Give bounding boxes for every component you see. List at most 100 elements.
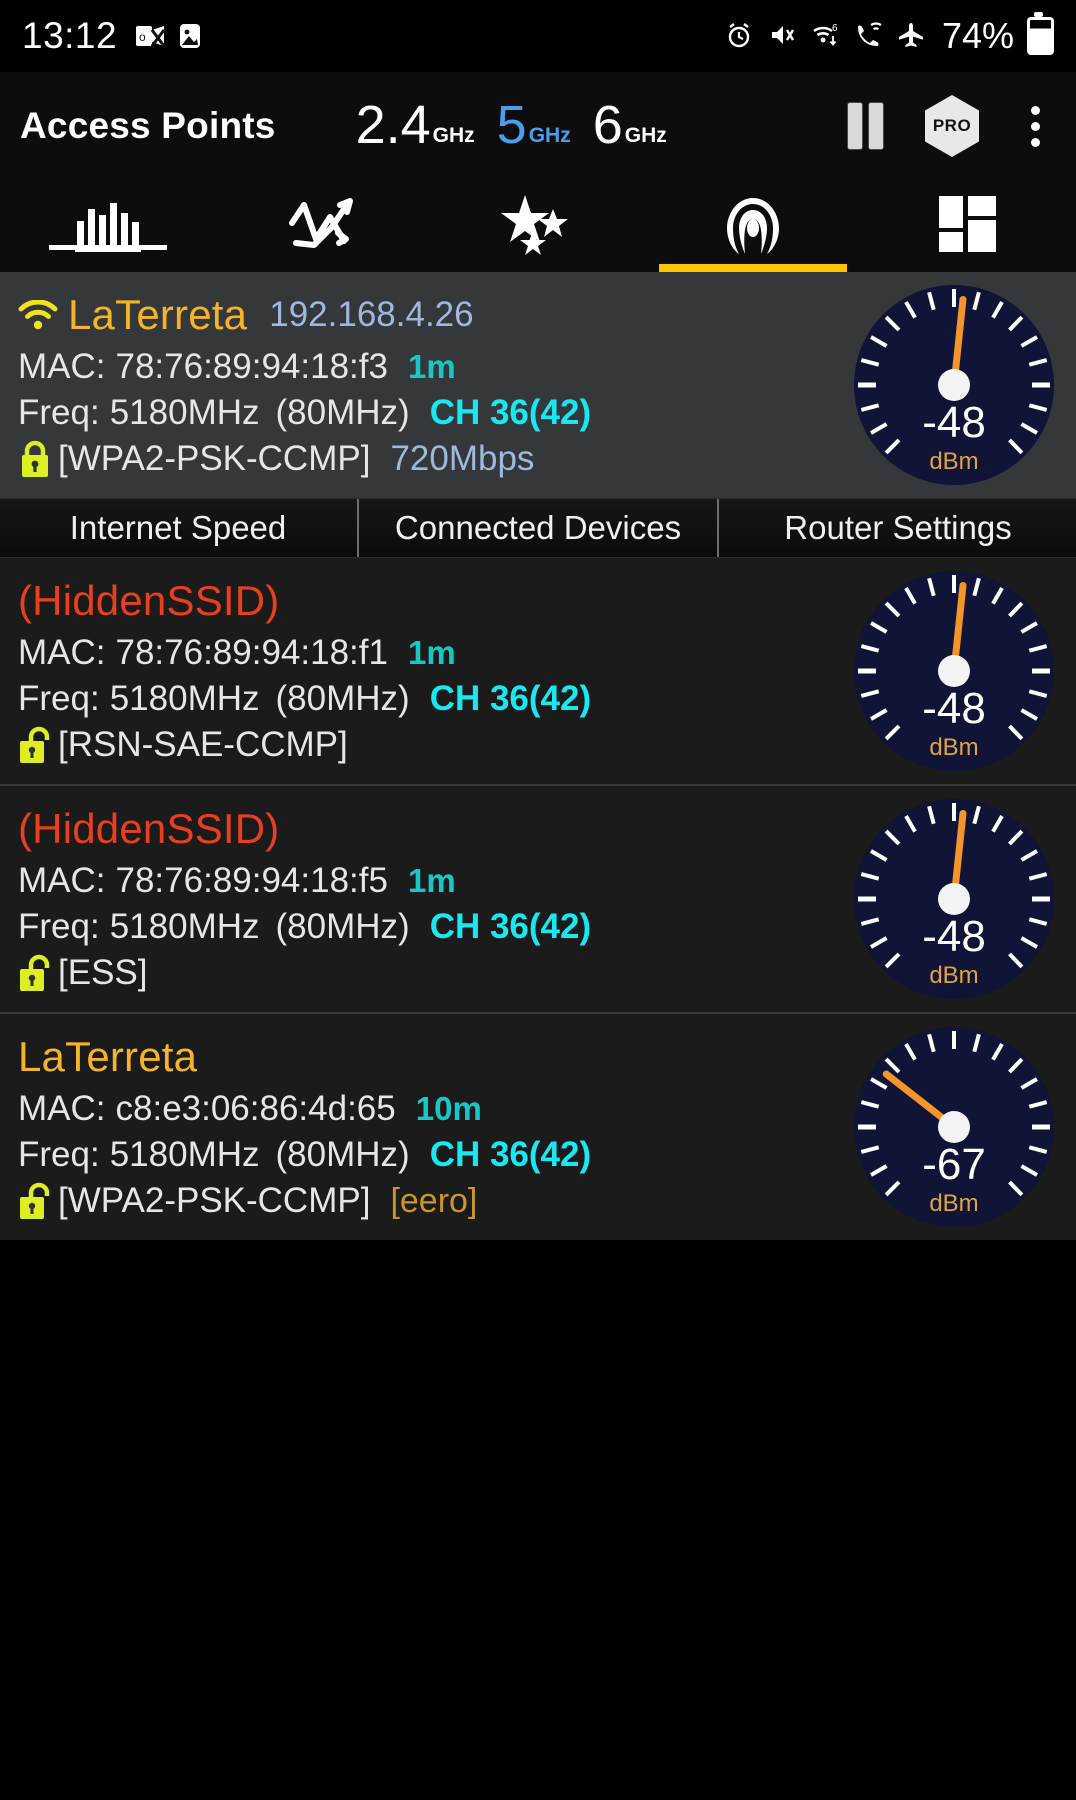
airplane-mode-icon: [897, 21, 927, 51]
lock-open-icon: [18, 1182, 52, 1220]
signal-gauge-svg: -48 dBm: [854, 285, 1054, 485]
access-point-details: LaTerreta MAC: c8:e3:06:86:4d:65 10m Fre…: [18, 1028, 748, 1224]
tab-bar: [0, 180, 1076, 272]
ssid-label: LaTerreta: [18, 1033, 198, 1080]
signal-unit-label: dBm: [929, 734, 978, 761]
status-bar: 13:12 o 6 74%: [0, 0, 1076, 72]
svg-text:o: o: [139, 30, 146, 44]
mac-address-value: 78:76:89:94:18:f5: [115, 861, 388, 900]
pause-icon[interactable]: [848, 103, 883, 149]
app-header: Access Points 2.4 GHz 5 GHz 6 GHz PRO: [0, 72, 1076, 180]
mac-prefix-label: MAC:: [18, 1089, 106, 1128]
distance-label: 1m: [407, 348, 456, 385]
tab-channel-graph[interactable]: [0, 180, 215, 272]
ip-address-label: 192.168.4.26: [269, 295, 474, 334]
wifi-connected-icon: [18, 299, 58, 330]
ssid-label: (HiddenSSID): [18, 805, 280, 852]
freq-prefix-label: Freq:: [18, 679, 100, 718]
distance-label: 10m: [415, 1090, 482, 1127]
access-point-item[interactable]: LaTerreta MAC: c8:e3:06:86:4d:65 10m Fre…: [0, 1012, 1076, 1240]
channel-width-value: (80MHz): [275, 907, 410, 946]
mac-row: MAC: 78:76:89:94:18:f5 1m: [18, 858, 748, 904]
more-options-icon[interactable]: [1021, 102, 1050, 151]
band-2.4ghz-value: 2.4: [355, 95, 431, 156]
vendor-label: [eero]: [390, 1181, 478, 1220]
router-settings-button[interactable]: Router Settings: [717, 499, 1076, 557]
band-2.4ghz-unit: GHz: [432, 123, 475, 147]
mac-prefix-label: MAC:: [18, 347, 106, 386]
band-2.4ghz[interactable]: 2.4 GHz: [355, 95, 475, 156]
lock-closed-icon: [18, 440, 52, 478]
security-label: [RSN-SAE-CCMP]: [58, 725, 348, 764]
ssid-row: (HiddenSSID): [18, 800, 748, 858]
band-5ghz[interactable]: 5 GHz: [496, 95, 571, 156]
svg-text:6: 6: [832, 23, 838, 34]
status-bar-clock: 13:12: [22, 15, 118, 56]
signal-value-label: -48: [922, 398, 986, 447]
alarm-icon: [725, 21, 755, 51]
ssid-label: (HiddenSSID): [18, 577, 280, 624]
line-chart-icon: [284, 193, 362, 260]
tab-time-graph[interactable]: [215, 180, 430, 272]
battery-percent-label: 74%: [941, 15, 1014, 56]
outlook-icon: o: [135, 21, 166, 51]
signal-value-label: -48: [922, 912, 986, 961]
ssid-row: (HiddenSSID): [18, 572, 748, 630]
frequency-row: Freq: 5180MHz (80MHz) CH 36(42): [18, 390, 748, 436]
freq-prefix-label: Freq:: [18, 393, 100, 432]
channel-width-value: (80MHz): [275, 393, 410, 432]
app-screen: 13:12 o 6 74% Access Points 2.4 GHz 5 GH…: [0, 0, 1076, 1800]
band-5ghz-value: 5: [496, 95, 527, 156]
mac-row: MAC: 78:76:89:94:18:f3 1m: [18, 344, 748, 390]
freq-value: 5180MHz: [109, 1135, 260, 1174]
signal-gauge: -48 dBm: [854, 285, 1054, 485]
band-6ghz-unit: GHz: [624, 123, 667, 147]
tab-favorites[interactable]: [430, 180, 645, 272]
channel-label: CH 36(42): [429, 393, 592, 432]
freq-value: 5180MHz: [109, 679, 260, 718]
gallery-icon: [175, 21, 205, 51]
security-row: [WPA2-PSK-CCMP] [eero]: [18, 1178, 748, 1224]
signal-value-label: -48: [922, 684, 986, 733]
access-point-item[interactable]: (HiddenSSID) MAC: 78:76:89:94:18:f5 1m F…: [0, 784, 1076, 1012]
connected-devices-button[interactable]: Connected Devices: [357, 499, 719, 557]
stars-icon: [499, 193, 577, 260]
channel-label: CH 36(42): [429, 679, 592, 718]
mac-prefix-label: MAC:: [18, 633, 106, 672]
action-button-row: Internet Speed Connected Devices Router …: [0, 498, 1076, 558]
ssid-row: LaTerreta: [18, 1028, 748, 1086]
distance-label: 1m: [407, 634, 456, 671]
link-speed-label: 720Mbps: [390, 439, 535, 478]
access-point-details: (HiddenSSID) MAC: 78:76:89:94:18:f1 1m F…: [18, 572, 748, 768]
tab-access-points[interactable]: [646, 180, 861, 272]
freq-value: 5180MHz: [109, 907, 260, 946]
signal-unit-label: dBm: [929, 962, 978, 989]
signal-gauge-svg: -48 dBm: [854, 799, 1054, 999]
signal-value-label: -67: [922, 1140, 986, 1189]
signal-gauge-svg: -67 dBm: [854, 1027, 1054, 1227]
internet-speed-button[interactable]: Internet Speed: [0, 499, 359, 557]
wifi-6-icon: 6: [811, 21, 841, 51]
tab-dashboard[interactable]: [861, 180, 1076, 272]
status-bar-notification-icons: o: [135, 21, 205, 51]
freq-value: 5180MHz: [109, 393, 260, 432]
channel-width-value: (80MHz): [275, 1135, 410, 1174]
band-selector: 2.4 GHz 5 GHz 6 GHz: [355, 95, 667, 156]
signal-unit-label: dBm: [929, 448, 978, 475]
call-wifi-icon: [854, 21, 884, 51]
security-row: [RSN-SAE-CCMP]: [18, 722, 748, 768]
lock-open-icon: [18, 726, 52, 764]
status-bar-system-icons: 6 74%: [725, 12, 1054, 57]
access-point-details: (HiddenSSID) MAC: 78:76:89:94:18:f5 1m F…: [18, 800, 748, 996]
security-label: [WPA2-PSK-CCMP]: [58, 439, 371, 478]
access-point-item[interactable]: LaTerreta 192.168.4.26 MAC: 78:76:89:94:…: [0, 272, 1076, 498]
mac-row: MAC: 78:76:89:94:18:f1 1m: [18, 630, 748, 676]
mac-address-value: 78:76:89:94:18:f3: [115, 347, 388, 386]
band-6ghz-value: 6: [592, 95, 623, 156]
access-point-list: LaTerreta 192.168.4.26 MAC: 78:76:89:94:…: [0, 272, 1076, 1800]
pro-badge-icon[interactable]: PRO: [925, 95, 979, 157]
empty-list-area: [0, 1240, 1076, 1800]
signal-gauge: -48 dBm: [854, 799, 1054, 999]
band-6ghz[interactable]: 6 GHz: [592, 95, 667, 156]
access-point-item[interactable]: (HiddenSSID) MAC: 78:76:89:94:18:f1 1m F…: [0, 558, 1076, 784]
